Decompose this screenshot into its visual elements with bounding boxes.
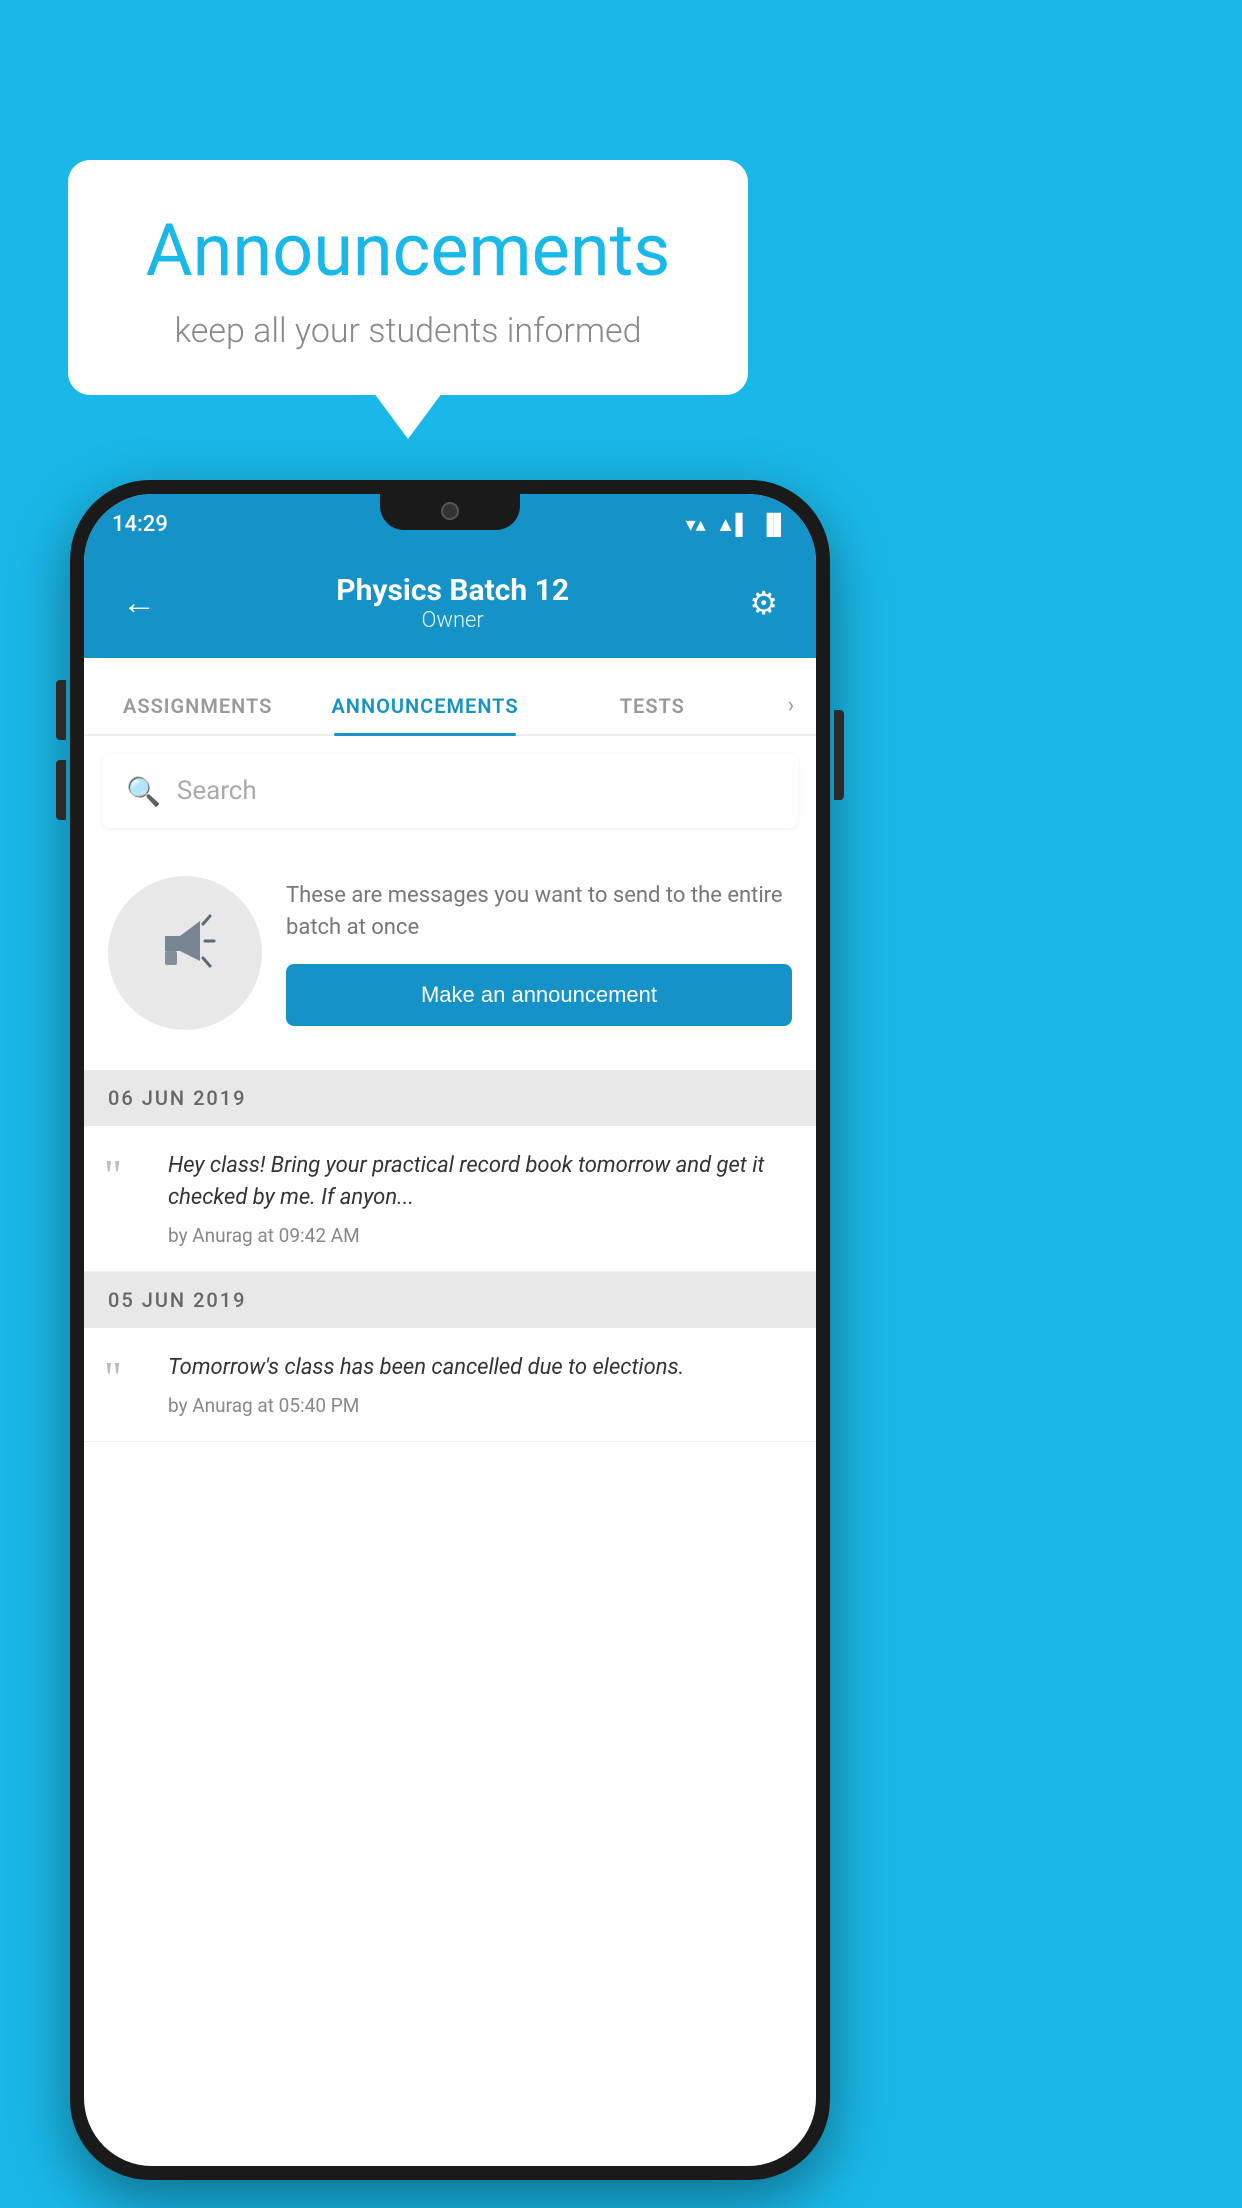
bubble-subtitle: keep all your students informed [118,311,698,351]
announcement-item-2[interactable]: " Tomorrow's class has been cancelled du… [84,1328,816,1442]
date-header-1: 06 JUN 2019 [84,1070,816,1126]
promo-icon-circle [108,876,262,1030]
status-time: 14:29 [112,512,168,537]
megaphone-icon [145,906,225,1001]
announcement-text-2: Tomorrow's class has been cancelled due … [168,1352,684,1384]
phone-outer: 14:29 ▾▴ ▲▌ ▐▌ ← Physics Batch 12 Owner … [70,480,830,2180]
tab-bar: ASSIGNMENTS ANNOUNCEMENTS TESTS › [84,658,816,736]
status-icons: ▾▴ ▲▌ ▐▌ [686,512,788,537]
announcement-text-area-2: Tomorrow's class has been cancelled due … [168,1352,684,1417]
volume-down-button[interactable] [56,760,66,820]
announcement-item-1[interactable]: " Hey class! Bring your practical record… [84,1126,816,1272]
volume-up-button[interactable] [56,680,66,740]
tab-announcements[interactable]: ANNOUNCEMENTS [311,694,538,734]
search-placeholder: Search [177,776,257,806]
front-camera [441,502,459,520]
search-bar[interactable]: 🔍 Search [102,754,798,828]
tab-assignments[interactable]: ASSIGNMENTS [84,694,311,734]
app-bar-subtitle: Owner [336,608,569,633]
search-icon: 🔍 [126,775,161,808]
battery-icon: ▐▌ [760,512,788,537]
bubble-title: Announcements [118,208,698,293]
settings-button[interactable]: ⚙ [739,574,788,632]
announcement-meta-1: by Anurag at 09:42 AM [168,1224,796,1247]
date-header-2: 05 JUN 2019 [84,1272,816,1328]
quote-icon-2: " [104,1356,148,1400]
speech-bubble: Announcements keep all your students inf… [68,160,748,395]
app-bar-title: Physics Batch 12 [336,573,569,608]
signal-icon: ▲▌ [716,512,750,537]
back-button[interactable]: ← [112,573,166,633]
power-button[interactable] [834,710,844,800]
announcement-meta-2: by Anurag at 05:40 PM [168,1394,684,1417]
quote-icon: " [104,1154,148,1198]
promo-description: These are messages you want to send to t… [286,880,792,944]
tab-tests[interactable]: TESTS [539,694,766,734]
phone-wrapper: 14:29 ▾▴ ▲▌ ▐▌ ← Physics Batch 12 Owner … [70,480,830,2180]
promo-block: These are messages you want to send to t… [84,846,816,1060]
phone-screen: 14:29 ▾▴ ▲▌ ▐▌ ← Physics Batch 12 Owner … [84,494,816,2166]
app-bar-title-area: Physics Batch 12 Owner [336,573,569,633]
promo-text-area: These are messages you want to send to t… [286,880,792,1026]
tab-more[interactable]: › [766,693,816,734]
app-bar: ← Physics Batch 12 Owner ⚙ [84,548,816,658]
phone-notch [380,494,520,530]
announcement-text-1: Hey class! Bring your practical record b… [168,1150,796,1214]
screen-content: 🔍 Search [84,736,816,2166]
make-announcement-button[interactable]: Make an announcement [286,964,792,1026]
announcement-text-area-1: Hey class! Bring your practical record b… [168,1150,796,1247]
wifi-icon: ▾▴ [686,512,706,536]
